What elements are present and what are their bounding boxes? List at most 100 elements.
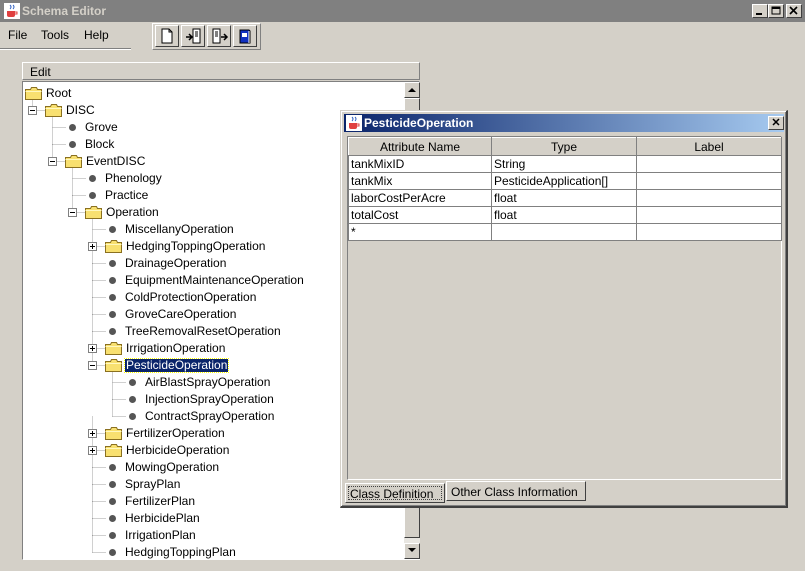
tree-node-label[interactable]: HedgingToppingOperation	[125, 240, 266, 253]
tree-node-label[interactable]: TreeRemovalResetOperation	[124, 325, 282, 338]
tree-folder-node[interactable]: Root	[23, 85, 403, 102]
table-cell[interactable]	[636, 172, 782, 190]
column-header-label[interactable]: Label	[636, 137, 782, 156]
tree-node-label[interactable]: SprayPlan	[124, 478, 181, 491]
table-cell[interactable]: tankMixID	[348, 155, 492, 173]
close-button[interactable]	[786, 4, 802, 18]
table-cell[interactable]: PesticideApplication[]	[491, 172, 637, 190]
table-cell[interactable]: float	[491, 206, 637, 224]
tree-leaf-node[interactable]: HerbicidePlan	[23, 510, 403, 527]
tree-node-label[interactable]: DISC	[65, 104, 96, 117]
window-title: Schema Editor	[22, 4, 107, 18]
expand-icon[interactable]	[88, 242, 97, 251]
tree-node-label[interactable]: ColdProtectionOperation	[124, 291, 257, 304]
tree-node-label[interactable]: IrrigationPlan	[124, 529, 197, 542]
expand-icon[interactable]	[88, 344, 97, 353]
tree-node-label[interactable]: MowingOperation	[124, 461, 220, 474]
tree-leaf-node[interactable]: HedgingToppingPlan	[23, 544, 403, 559]
table-cell[interactable]: *	[348, 223, 492, 241]
table-cell[interactable]	[636, 189, 782, 207]
tree-node-label[interactable]: EquipmentMaintenanceOperation	[124, 274, 305, 287]
expand-icon[interactable]	[88, 446, 97, 455]
tree-node-label[interactable]: GroveCareOperation	[124, 308, 237, 321]
table-cell[interactable]	[636, 155, 782, 173]
collapse-icon[interactable]	[28, 106, 37, 115]
column-header-attribute-name[interactable]: Attribute Name	[348, 137, 492, 156]
leaf-node-icon	[109, 532, 116, 539]
table-cell[interactable]	[636, 206, 782, 224]
collapse-icon[interactable]	[68, 208, 77, 217]
tab-class-definition[interactable]: Class Definition	[345, 483, 445, 503]
menu-help[interactable]: Help	[84, 28, 109, 42]
tree-node-label[interactable]: AirBlastSprayOperation	[144, 376, 271, 389]
collapse-icon[interactable]	[48, 157, 57, 166]
tree-node-label[interactable]: Block	[84, 138, 115, 151]
export-icon	[212, 28, 229, 44]
import-button[interactable]	[181, 25, 205, 47]
column-header-type[interactable]: Type	[491, 137, 637, 156]
folder-icon	[105, 342, 122, 355]
folder-icon	[105, 427, 122, 440]
export-button[interactable]	[207, 25, 231, 47]
scroll-down-button[interactable]	[404, 543, 420, 559]
leaf-node-icon	[109, 515, 116, 522]
tree-node-label[interactable]: Grove	[84, 121, 119, 134]
arrow-down-icon	[408, 548, 416, 552]
expand-icon[interactable]	[88, 429, 97, 438]
tree-node-label[interactable]: MiscellanyOperation	[124, 223, 235, 236]
table-cell[interactable]: laborCostPerAcre	[348, 189, 492, 207]
tree-node-label[interactable]: IrrigationOperation	[125, 342, 226, 355]
leaf-node-icon	[109, 294, 116, 301]
menu-tools[interactable]: Tools	[41, 28, 69, 42]
menu-bar: File Tools Help	[0, 26, 140, 46]
maximize-button[interactable]	[768, 4, 784, 18]
new-button[interactable]	[155, 25, 179, 47]
tree-node-label[interactable]: HerbicideOperation	[125, 444, 230, 457]
scroll-up-button[interactable]	[404, 82, 420, 98]
attribute-table-area[interactable]: Attribute Name Type Label tankMixID Strin…	[347, 136, 782, 480]
table-cell[interactable]: String	[491, 155, 637, 173]
tree-node-label[interactable]: EventDISC	[85, 155, 146, 168]
tree-node-label[interactable]: Phenology	[104, 172, 163, 185]
tree-node-label[interactable]: DrainageOperation	[124, 257, 227, 270]
leaf-node-icon	[109, 328, 116, 335]
leaf-node-icon	[69, 141, 76, 148]
tree-node-label[interactable]: HerbicidePlan	[124, 512, 201, 525]
close-icon	[789, 6, 798, 15]
table-cell[interactable]: totalCost	[348, 206, 492, 224]
table-row[interactable]: tankMixID String	[348, 155, 782, 173]
table-header-row: Attribute Name Type Label	[348, 137, 782, 156]
leaf-node-icon	[129, 396, 136, 403]
arrow-up-icon	[408, 88, 416, 92]
tree-node-label[interactable]: InjectionSprayOperation	[144, 393, 275, 406]
table-row[interactable]: totalCost float	[348, 206, 782, 224]
class-editor-title-bar[interactable]: PesticideOperation	[344, 114, 784, 132]
tree-node-label[interactable]: FertilizerPlan	[124, 495, 196, 508]
tree-node-label[interactable]: HedgingToppingPlan	[124, 546, 237, 559]
minimize-button[interactable]	[752, 4, 768, 18]
menu-file[interactable]: File	[8, 28, 27, 42]
tab-other-class-information[interactable]: Other Class Information	[446, 481, 586, 501]
table-row[interactable]: laborCostPerAcre float	[348, 189, 782, 207]
window-title-bar[interactable]: Schema Editor	[0, 0, 805, 22]
edit-panel-header: Edit	[22, 62, 420, 80]
java-cup-icon	[4, 3, 20, 19]
collapse-icon[interactable]	[88, 361, 97, 370]
tree-node-label[interactable]: Operation	[105, 206, 160, 219]
folder-icon	[45, 104, 62, 117]
leaf-node-icon	[109, 311, 116, 318]
tree-node-label[interactable]: Practice	[104, 189, 149, 202]
table-row[interactable]: *	[348, 223, 782, 241]
tree-node-label[interactable]: Root	[45, 87, 72, 100]
table-cell[interactable]	[636, 223, 782, 241]
help-book-button[interactable]	[233, 25, 257, 47]
frame-close-button[interactable]	[768, 116, 784, 130]
table-cell[interactable]: float	[491, 189, 637, 207]
tree-node-label[interactable]: FertilizerOperation	[125, 427, 226, 440]
tree-leaf-node[interactable]: IrrigationPlan	[23, 527, 403, 544]
tree-node-label[interactable]: PesticideOperation	[123, 358, 230, 373]
tree-node-label[interactable]: ContractSprayOperation	[144, 410, 275, 423]
table-cell[interactable]: tankMix	[348, 172, 492, 190]
table-row[interactable]: tankMix PesticideApplication[]	[348, 172, 782, 190]
table-cell[interactable]	[491, 223, 637, 241]
